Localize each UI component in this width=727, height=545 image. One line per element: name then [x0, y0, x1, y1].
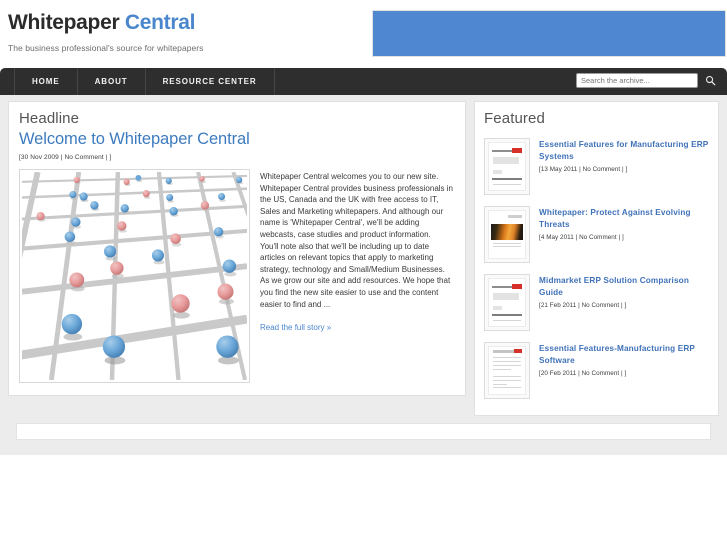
bottom-filler — [8, 440, 719, 454]
content-area: Headline Welcome to Whitepaper Central [… — [0, 95, 727, 455]
article-meta: [30 Nov 2009 | No Comment | ] — [19, 154, 112, 161]
doc-text-block — [493, 293, 520, 300]
doc-rule — [493, 369, 512, 370]
doc-accent-block — [512, 148, 523, 153]
featured-section-title: Featured — [484, 110, 545, 127]
doc-rule — [493, 384, 508, 385]
doc-rule — [493, 320, 522, 321]
featured-meta: [13 May 2011 | No Comment | ] — [539, 166, 628, 173]
doc-text-block — [493, 157, 520, 164]
doc-rule — [493, 243, 522, 244]
featured-title-link[interactable]: Essential Features for Manufacturing ERP… — [539, 139, 709, 163]
main-navigation: HOME ABOUT RESOURCE CENTER — [0, 68, 727, 95]
list-item[interactable]: Whitepaper: Protect Against Evolving Thr… — [484, 201, 709, 269]
doc-rule — [492, 314, 523, 316]
featured-sidebar: Featured Essential Features for Manufact… — [474, 101, 719, 416]
lower-content-strip — [16, 423, 711, 440]
featured-title-link[interactable]: Essential Features-Manufacturing ERP Sof… — [539, 343, 709, 367]
nav-item-list: HOME ABOUT RESOURCE CENTER — [14, 68, 275, 95]
nav-item-home[interactable]: HOME — [14, 68, 78, 95]
featured-title-link[interactable]: Midmarket ERP Solution Comparison Guide — [539, 275, 709, 299]
doc-rule — [493, 361, 522, 362]
document-thumbnail[interactable] — [484, 274, 531, 331]
doc-rule — [493, 365, 522, 366]
article-text: Whitepaper Central welcomes you to our n… — [260, 169, 455, 383]
doc-text-block — [493, 170, 503, 174]
nav-item-label: HOME — [32, 77, 60, 86]
featured-list: Essential Features for Manufacturing ERP… — [484, 133, 709, 405]
thumbnail-page — [488, 142, 527, 191]
thumbnail-page — [488, 346, 527, 395]
featured-meta: [21 Feb 2011 | No Comment | ] — [539, 302, 627, 309]
doc-accent-block — [512, 284, 523, 289]
main-column: Headline Welcome to Whitepaper Central [… — [8, 101, 467, 396]
doc-photo-image — [491, 224, 524, 240]
article-paragraph: As we grow our site and add resources. W… — [260, 276, 451, 309]
search-area — [576, 72, 719, 89]
doc-text-block — [493, 306, 503, 310]
thumbnail-page — [488, 278, 527, 327]
doc-rule — [493, 380, 522, 381]
read-full-story-link[interactable]: Read the full story » — [260, 323, 331, 332]
network-grid-svg — [22, 172, 247, 380]
article-paragraph: Whitepaper Central welcomes you to our n… — [260, 172, 453, 239]
search-input[interactable] — [576, 73, 698, 88]
doc-text-block — [508, 215, 523, 218]
article-figure — [19, 169, 250, 383]
document-thumbnail[interactable] — [484, 138, 531, 195]
list-item[interactable]: Essential Features for Manufacturing ERP… — [484, 133, 709, 201]
doc-rule — [492, 178, 523, 180]
featured-title-link[interactable]: Whitepaper: Protect Against Evolving Thr… — [539, 207, 709, 231]
network-grid-illustration — [22, 172, 247, 380]
doc-rule — [493, 387, 522, 388]
doc-accent-block — [514, 349, 523, 353]
banner-advertisement[interactable] — [372, 10, 726, 57]
doc-rule — [493, 376, 522, 377]
featured-text: Essential Features for Manufacturing ERP… — [539, 138, 709, 173]
thumbnail-page — [488, 210, 527, 259]
nav-item-label: ABOUT — [94, 77, 128, 86]
featured-text: Whitepaper: Protect Against Evolving Thr… — [539, 206, 709, 241]
footer-whitespace — [0, 455, 727, 544]
search-submit-button[interactable] — [701, 72, 719, 89]
featured-meta: [4 May 2011 | No Comment | ] — [539, 234, 624, 241]
article-title-link[interactable]: Welcome to Whitepaper Central — [19, 129, 455, 149]
doc-rule — [493, 184, 522, 185]
nav-item-label: RESOURCE CENTER — [162, 77, 257, 86]
page-root: Whitepaper Central The business professi… — [0, 0, 727, 545]
nav-item-about[interactable]: ABOUT — [78, 68, 146, 95]
headline-section-title: Headline — [19, 110, 80, 127]
article-body: Whitepaper Central welcomes you to our n… — [19, 169, 455, 383]
content-columns: Headline Welcome to Whitepaper Central [… — [8, 101, 719, 416]
search-icon — [705, 75, 715, 86]
document-thumbnail[interactable] — [484, 206, 531, 263]
featured-meta: [20 Feb 2011 | No Comment | ] — [539, 370, 627, 377]
site-header: Whitepaper Central The business professi… — [0, 0, 727, 68]
brand-primary: Whitepaper — [8, 11, 120, 34]
featured-text: Midmarket ERP Solution Comparison Guide … — [539, 274, 709, 309]
list-item[interactable]: Midmarket ERP Solution Comparison Guide … — [484, 269, 709, 337]
doc-rule — [493, 357, 522, 358]
featured-text: Essential Features-Manufacturing ERP Sof… — [539, 342, 709, 377]
doc-rule — [493, 246, 522, 247]
article-paragraph: You'll note also that we'll be including… — [260, 241, 445, 274]
nav-item-resource-center[interactable]: RESOURCE CENTER — [146, 68, 275, 95]
document-thumbnail[interactable] — [484, 342, 531, 399]
brand-accent: Central — [124, 11, 196, 34]
list-item[interactable]: Essential Features-Manufacturing ERP Sof… — [484, 337, 709, 405]
